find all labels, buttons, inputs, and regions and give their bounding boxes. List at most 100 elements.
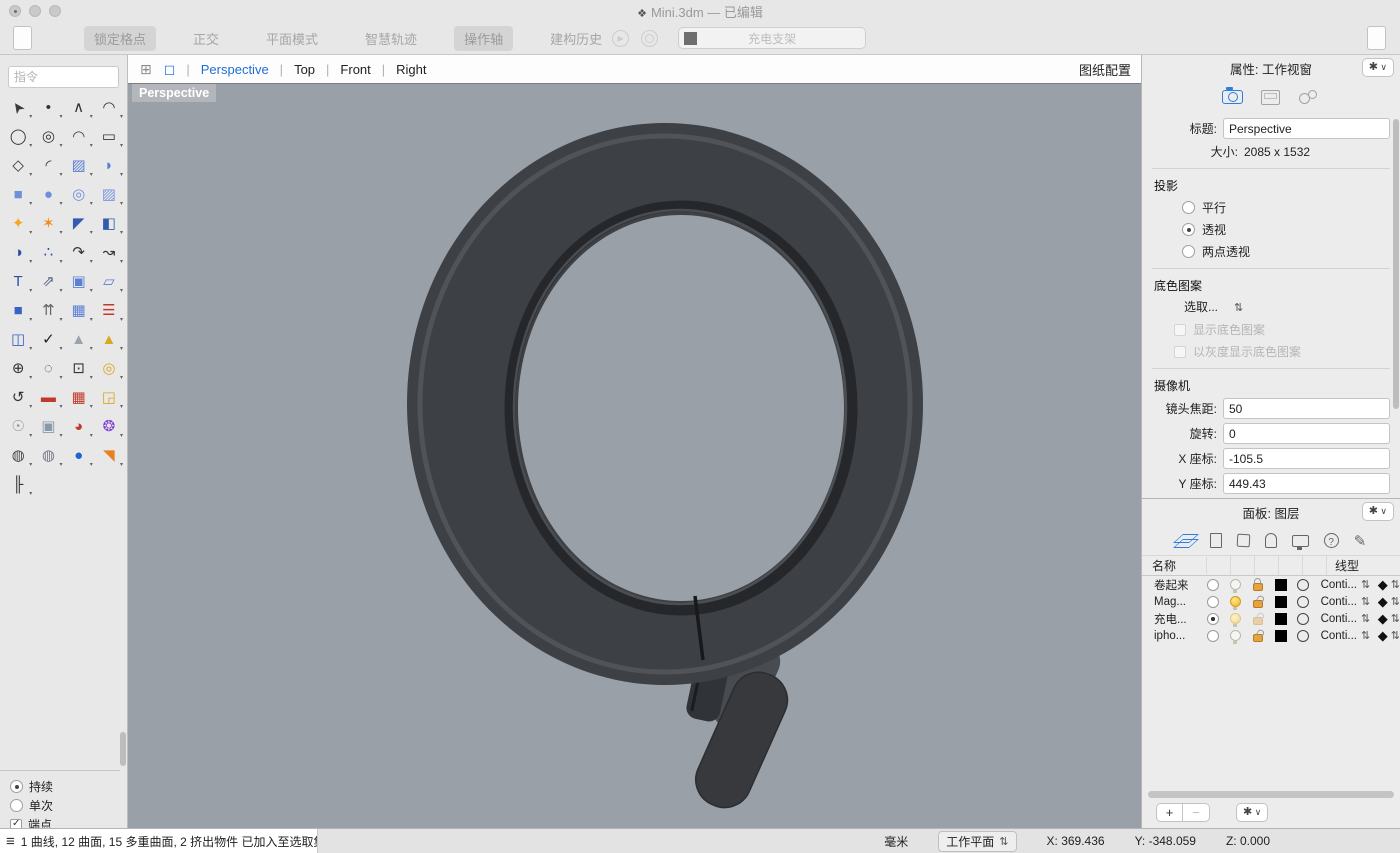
units-label[interactable]: 毫米 [884,833,908,850]
layers-icon[interactable] [1176,534,1195,547]
rectangular-array-icon[interactable]: ▦ [64,299,94,321]
lamp-icon[interactable]: ☉ [3,415,33,437]
sphere-gridded-icon[interactable]: ◍ [33,444,63,466]
layer-lock-icon[interactable] [1253,617,1263,625]
layer-color-swatch[interactable] [1275,613,1287,625]
boolean-union-icon[interactable]: ◑ [3,241,33,263]
point-cloud-icon[interactable]: ∴ [33,241,63,263]
help-icon[interactable] [1324,533,1339,548]
layer-print-color[interactable] [1378,577,1400,593]
tab-perspective[interactable]: Perspective [201,62,269,77]
split-icon[interactable]: ◧ [94,212,124,234]
snap-option-continuous[interactable]: 持续 [10,777,120,796]
radio-icon[interactable] [1182,223,1195,236]
layout-shapes-icon[interactable]: ◲ [94,386,124,408]
viewport-3d[interactable]: Perspective [128,84,1141,828]
layer-print-color[interactable] [1378,594,1400,610]
layer-color-swatch[interactable] [1275,579,1287,591]
circle-icon[interactable]: ◯ [3,125,33,147]
remove-layer-button[interactable]: − [1183,803,1210,822]
toolbar-button-smarttrack[interactable]: 智慧轨迹 [355,26,427,51]
snap-option-single[interactable]: 单次 [10,796,120,815]
toolbar-button-history[interactable]: 建构历史 [540,26,612,51]
layers-horizontal-scrollbar[interactable] [1148,791,1394,798]
material-pie-icon[interactable]: ◕ [64,415,94,437]
right-panel-toggle-icon[interactable] [1367,26,1386,50]
layer-lock-icon[interactable] [1253,583,1263,591]
polygon-icon[interactable]: ◇ [3,154,33,176]
macro-scroll-icon[interactable] [1265,533,1277,548]
array-on-surface-icon[interactable]: ⇈ [33,299,63,321]
layers-footer-gear-button[interactable] [1236,803,1268,822]
layer-material-icon[interactable] [1297,613,1309,625]
cplane-select[interactable]: 工作平面 [938,831,1016,852]
progress-control[interactable]: 充电支架 [678,27,866,49]
zoom-extents-icon[interactable]: ⊡ [64,357,94,379]
pyramid-icon[interactable]: ▲ [94,328,124,350]
select-arrow-icon[interactable]: ➤ [3,96,33,118]
left-sidebar-toggle-icon[interactable] [13,26,32,50]
sphere-wireframe-icon[interactable]: ◍ [3,444,33,466]
hamburger-icon[interactable]: ≡ [6,833,15,850]
rotate-mirror-icon[interactable]: ▱ [94,270,124,292]
layer-linetype[interactable]: Conti... [1321,578,1372,591]
layer-material-icon[interactable] [1297,579,1309,591]
projection-parallel[interactable]: 平行 [1182,199,1400,216]
layout-config-button[interactable]: 图纸配置 [1079,60,1131,79]
layer-color-swatch[interactable] [1275,630,1287,642]
layer-linetype[interactable]: Conti... [1321,595,1372,608]
zoom-window-icon[interactable]: ◌ [33,357,63,379]
rectangle-icon[interactable]: ▭ [94,125,124,147]
tab-right[interactable]: Right [396,62,426,77]
camera-tab-icon[interactable] [1222,90,1243,104]
car-icon[interactable]: ▬ [33,386,63,408]
radio-icon[interactable] [10,799,23,812]
layer-linetype[interactable]: Conti... [1321,629,1372,642]
layer-print-color[interactable] [1378,628,1400,644]
arc-icon[interactable]: ◠ [64,125,94,147]
command-input[interactable] [8,66,119,88]
viewport-tab-icon[interactable] [1261,90,1280,105]
toolbar-button-planar[interactable]: 平面模式 [256,26,328,51]
curve-control-points-icon[interactable]: ∧ [64,96,94,118]
cone-orange-icon[interactable]: ◥ [94,444,124,466]
properties-scrollbar[interactable] [1393,119,1399,409]
undo-view-icon[interactable]: ↺ [3,386,33,408]
hierarchy-tree-icon[interactable]: ╟ [3,473,33,495]
blocks-cube-icon[interactable] [1236,534,1250,548]
current-layer-radio[interactable] [1207,596,1219,608]
current-layer-radio[interactable] [1207,630,1219,642]
move-icon[interactable]: ⇗ [33,270,63,292]
point-icon[interactable]: • [33,96,63,118]
layer-linetype[interactable]: Conti... [1321,612,1372,625]
patch-surface-icon[interactable]: ▨ [94,183,124,205]
layer-visibility-bulb-icon[interactable] [1230,613,1241,624]
check-icon[interactable]: ✓ [33,328,63,350]
blend-curve-icon[interactable]: ↷ [64,241,94,263]
torus-icon[interactable]: ◎ [64,183,94,205]
zoom-in-icon[interactable]: ⊕ [3,357,33,379]
single-view-layout-icon[interactable]: ◻ [164,61,176,78]
box-icon[interactable]: ■ [3,183,33,205]
viewport-title-input[interactable] [1223,118,1390,139]
projection-perspective[interactable]: 透视 [1182,221,1400,238]
x-coordinate-input[interactable] [1223,448,1390,469]
lens-length-input[interactable] [1223,398,1390,419]
annotate-pen-icon[interactable] [1354,532,1367,550]
play-icon[interactable]: ▶ [612,30,629,47]
rotation-input[interactable] [1223,423,1390,444]
record-icon[interactable] [641,30,658,47]
layer-material-icon[interactable] [1297,596,1309,608]
plan-view-grid-icon[interactable]: ▦ [64,386,94,408]
curve-through-points-icon[interactable]: ◠ [94,96,124,118]
layer-material-icon[interactable] [1297,630,1309,642]
lock-icon[interactable]: ▣ [33,415,63,437]
layer-visibility-bulb-icon[interactable] [1230,579,1241,590]
layer-visibility-bulb-icon[interactable] [1230,630,1241,641]
layer-color-swatch[interactable] [1275,596,1287,608]
add-layer-button[interactable]: + [1156,803,1183,822]
sphere-rendered-icon[interactable]: ● [64,444,94,466]
solid-box-icon[interactable]: ■ [3,299,33,321]
layer-lock-icon[interactable] [1253,600,1263,608]
wallpaper-select[interactable]: 选取... [1184,298,1400,315]
